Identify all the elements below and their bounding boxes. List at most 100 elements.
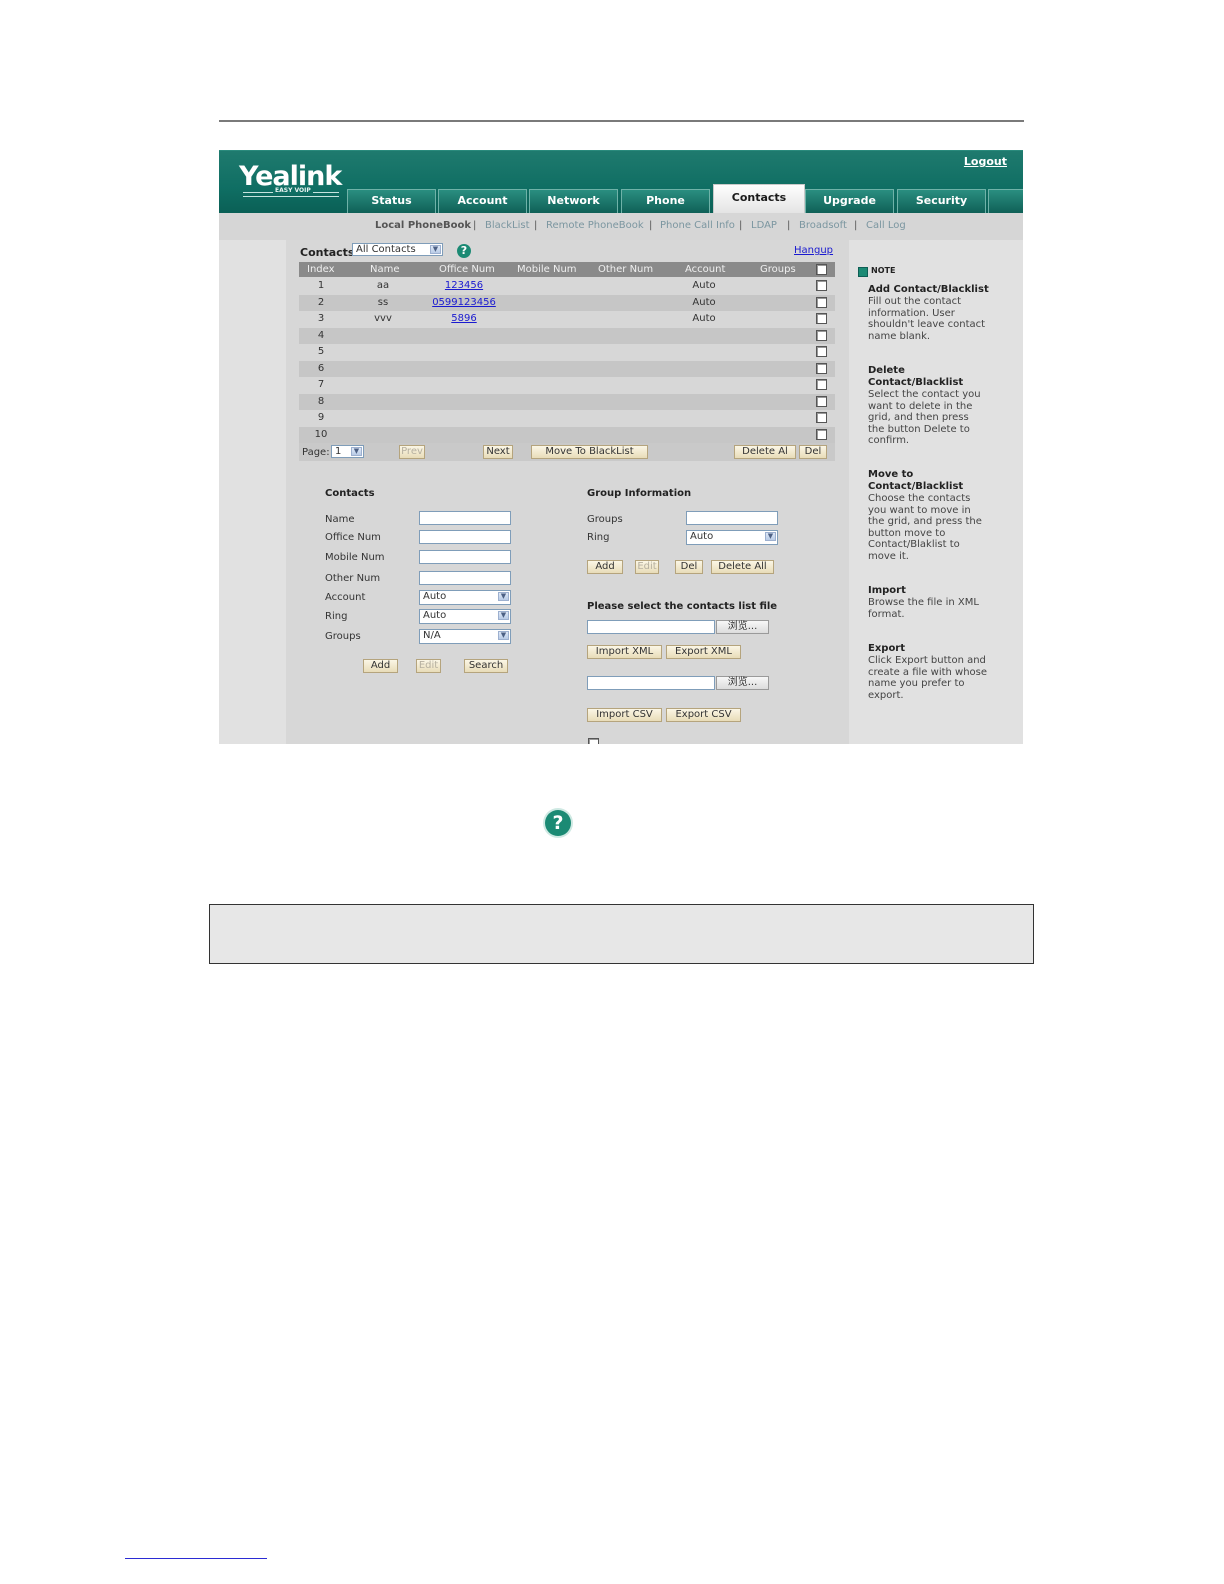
tab-network[interactable]: Network [529,189,618,214]
chevron-down-icon: ▼ [498,592,509,601]
row-checkbox[interactable] [816,280,827,291]
export-csv-button[interactable]: Export CSV [666,708,741,722]
ring-select[interactable]: Auto ▼ [419,609,511,624]
row-checkbox[interactable] [816,395,827,407]
subnav-separator: | [854,220,858,231]
note-add-title: Add Contact/Blacklist [868,284,989,295]
cell-index: 3 [317,313,325,324]
chevron-down-icon: ▼ [498,611,509,620]
import-xml-button[interactable]: Import XML [587,645,662,659]
office-num-input[interactable] [419,530,511,544]
table-row: 10 [299,426,835,443]
cell-office: 123456 [424,280,504,291]
other-num-input[interactable] [419,571,511,585]
ring-label: Ring [325,611,348,622]
logout-link[interactable]: Logout [964,155,1007,168]
row-checkbox[interactable] [816,412,827,423]
table-row: 1 aa 123456 Auto [299,278,835,294]
mobile-num-input[interactable] [419,550,511,564]
subnav-separator: | [649,220,653,231]
cell-index: 4 [317,329,325,341]
groups-select[interactable]: N/A ▼ [419,629,511,644]
table-row: 8 [299,393,835,410]
row-checkbox[interactable] [816,379,827,390]
delete-all-button[interactable]: Delete Al [734,445,796,459]
search-contact-button[interactable]: Search [464,659,508,673]
office-num-label: Office Num [325,532,381,543]
csv-file-input[interactable] [587,676,715,690]
csv-browse-button[interactable]: 浏览... [716,676,769,690]
table-row: 6 [299,360,835,377]
subnav-call-log[interactable]: Call Log [866,220,906,231]
office-num-link[interactable]: 0599123456 [432,297,496,308]
cell-account: Auto [692,313,716,324]
cell-account: Auto [692,296,716,308]
note-import-title: Import [868,585,906,596]
page-label: Page: [302,447,330,458]
tab-phone[interactable]: Phone [621,189,710,214]
col-other-num: Other Num [598,264,654,275]
chevron-down-icon: ▼ [765,532,776,541]
name-input[interactable] [419,511,511,525]
group-groups-label: Groups [587,514,623,525]
next-button[interactable]: Next [483,445,513,459]
tab-overflow [988,189,1023,214]
cutoff-checkbox[interactable] [588,738,599,744]
tab-account[interactable]: Account [438,189,527,214]
row-checkbox[interactable] [816,329,827,341]
cell-index: 7 [317,379,325,390]
note-delete-text: Select the contact you want to delete in… [868,389,981,446]
cell-index: 9 [317,412,325,423]
row-checkbox[interactable] [816,362,827,374]
group-name-input[interactable] [686,511,778,525]
row-checkbox[interactable] [816,428,827,440]
tab-upgrade[interactable]: Upgrade [805,189,894,214]
tab-status[interactable]: Status [347,189,436,214]
help-icon[interactable]: ? [457,244,471,258]
brand-tagline: EASY VOIP [243,187,339,197]
row-checkbox[interactable] [816,296,827,308]
select-all-checkbox[interactable] [816,264,827,275]
note-box [209,904,1034,964]
row-checkbox[interactable] [816,346,827,357]
del-button[interactable]: Del [799,445,827,459]
move-to-blacklist-button[interactable]: Move To BlackList [531,445,648,459]
account-label: Account [325,592,366,603]
export-xml-button[interactable]: Export XML [666,645,741,659]
group-ring-select[interactable]: Auto ▼ [686,530,778,545]
office-num-link[interactable]: 123456 [445,280,483,291]
edit-group-button[interactable]: Edit [635,560,659,574]
page-select[interactable]: 1 ▼ [331,445,364,458]
add-group-button[interactable]: Add [587,560,623,574]
tab-contacts[interactable]: Contacts [713,184,805,214]
delete-all-groups-button[interactable]: Delete All [711,560,774,574]
subnav-ldap[interactable]: LDAP [751,220,777,231]
del-group-button[interactable]: Del [675,560,703,574]
subnav-blacklist[interactable]: BlackList [485,220,530,231]
xml-browse-button[interactable]: 浏览... [716,620,769,634]
cell-index: 5 [317,346,325,357]
import-csv-button[interactable]: Import CSV [587,708,662,722]
subnav-broadsoft[interactable]: Broadsoft [799,220,847,231]
add-contact-button[interactable]: Add [363,659,398,673]
contacts-filter-select[interactable]: All Contacts ▼ [352,243,443,256]
office-num-link[interactable]: 5896 [451,313,476,324]
subnav-local-phonebook[interactable]: Local PhoneBook [375,220,471,231]
row-checkbox[interactable] [816,313,827,324]
subnav-remote-phonebook[interactable]: Remote PhoneBook [546,220,644,231]
col-groups: Groups [760,264,796,275]
subnav-phone-call-info[interactable]: Phone Call Info [660,220,735,231]
tab-security[interactable]: Security [897,189,986,214]
table-row: 9 [299,410,835,426]
xml-file-input[interactable] [587,620,715,634]
hangup-link[interactable]: Hangup [794,245,833,256]
page-rule [219,120,1024,122]
edit-contact-button[interactable]: Edit [416,659,441,673]
note-delete-title: Delete Contact/Blacklist [868,365,964,388]
group-info-title: Group Information [587,488,692,499]
note-export-title: Export [868,643,906,654]
account-select[interactable]: Auto ▼ [419,590,511,605]
prev-button[interactable]: Prev [399,445,425,459]
cell-index: 10 [314,428,328,440]
contacts-filter-label: Contacts [300,246,355,259]
